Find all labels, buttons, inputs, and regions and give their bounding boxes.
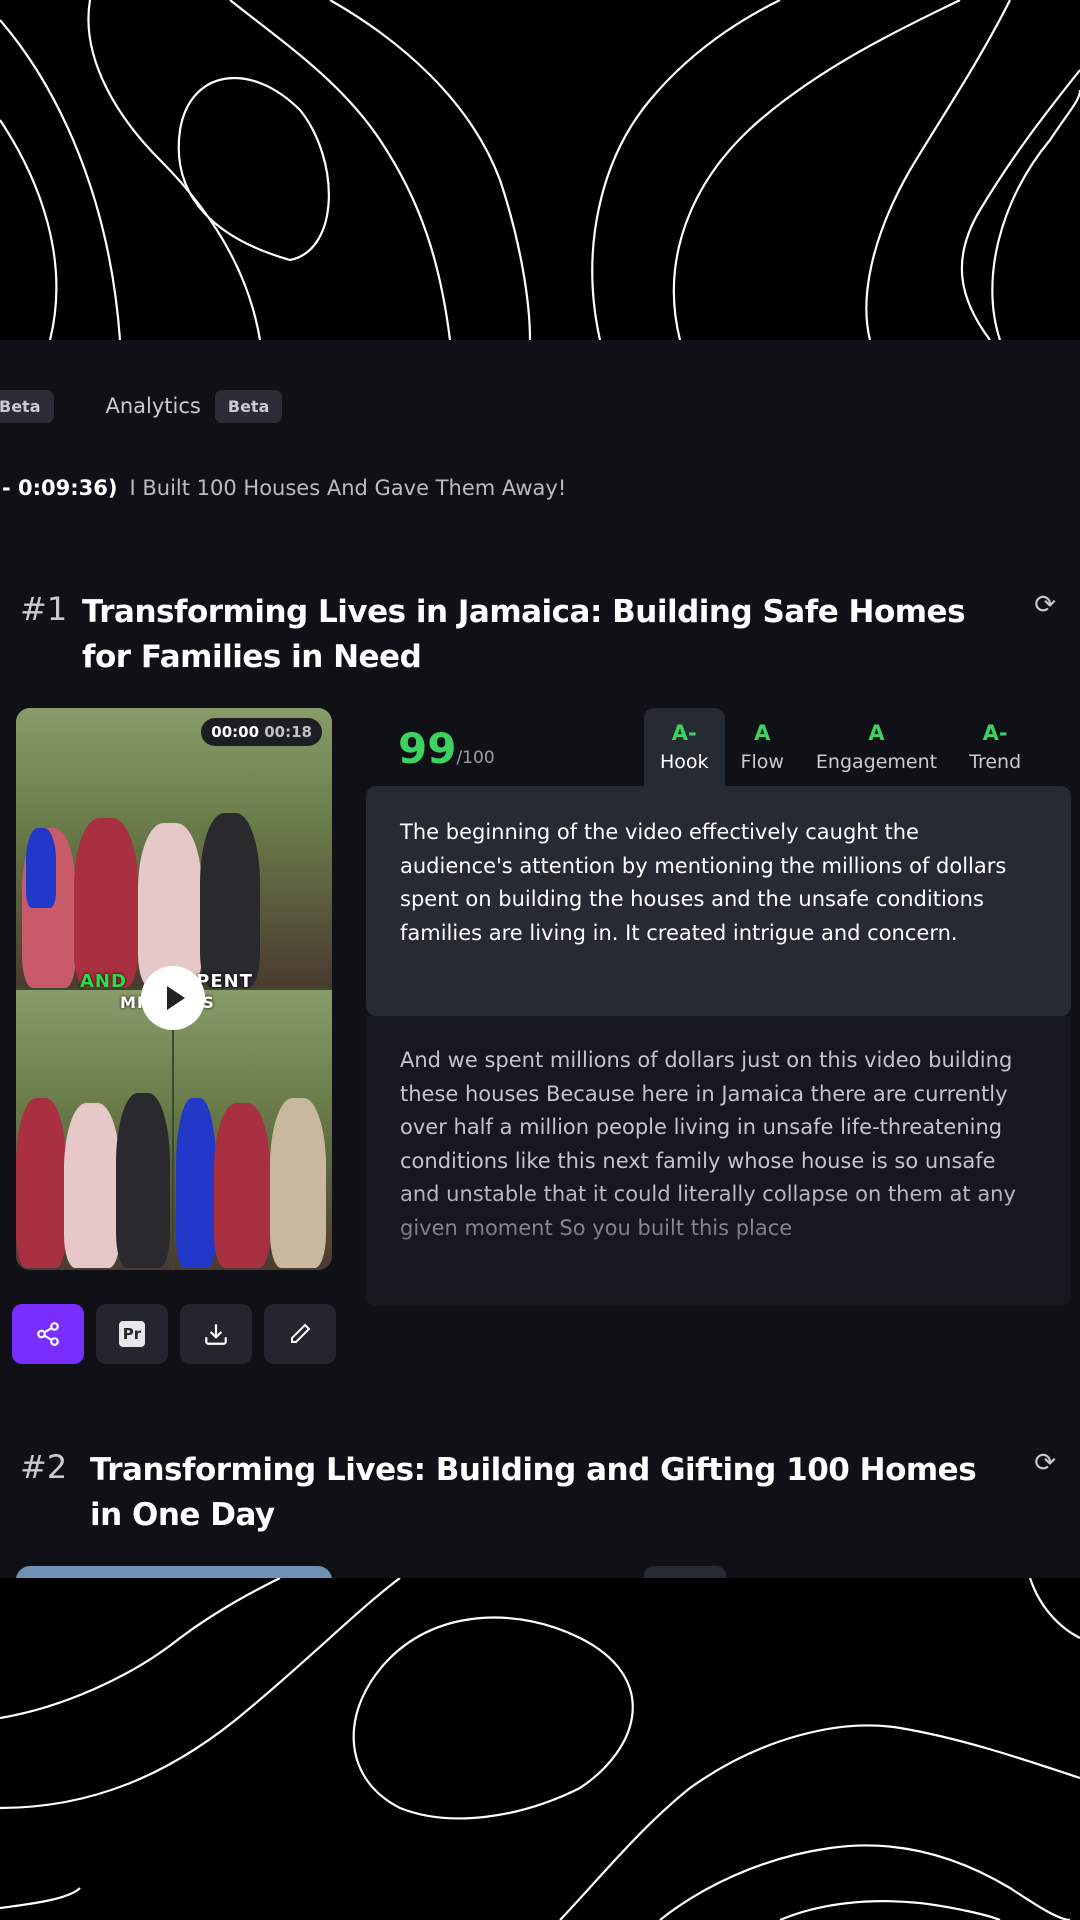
tab-grade: A bbox=[868, 721, 885, 745]
share-button[interactable] bbox=[12, 1304, 84, 1364]
tab-grade: A- bbox=[671, 721, 697, 745]
tab-flow[interactable]: A Flow bbox=[725, 708, 800, 786]
tab-label: Flow bbox=[740, 751, 784, 773]
clip-1-header: #1 Transforming Lives in Jamaica: Buildi… bbox=[20, 590, 1060, 680]
clips-panel: Beta Analytics Beta - 0:09:36) I Built 10… bbox=[0, 340, 1080, 1578]
person-shape bbox=[64, 1103, 120, 1268]
clip-1-video-player[interactable]: 00:00 00:18 AND SPENT MILLIONS bbox=[16, 708, 332, 1270]
tab-label: Engagement bbox=[815, 751, 938, 773]
clip-rank: #2 bbox=[20, 1448, 68, 1486]
tab-label: Trend bbox=[969, 751, 1022, 773]
person-shape bbox=[176, 1098, 216, 1268]
video-timestamp: 00:00 00:18 bbox=[201, 718, 322, 746]
score-max: /100 bbox=[456, 748, 495, 768]
transcript-text: And we spent millions of dollars just on… bbox=[400, 1048, 1016, 1240]
edit-button[interactable] bbox=[264, 1304, 336, 1364]
source-video-title: I Built 100 Houses And Gave Them Away! bbox=[129, 476, 567, 500]
topographic-background-top bbox=[0, 0, 1080, 340]
virality-score: 99/100 bbox=[398, 724, 495, 773]
hook-analysis-box: The beginning of the video effectively c… bbox=[366, 786, 1071, 1016]
tab-hook[interactable]: A- Hook bbox=[644, 708, 725, 786]
person-shape bbox=[16, 1098, 66, 1268]
source-video-line: - 0:09:36) I Built 100 Houses And Gave Th… bbox=[2, 476, 566, 500]
tab-label: Hook bbox=[660, 751, 709, 773]
source-timestamp: - 0:09:36) bbox=[2, 476, 118, 500]
person-shape bbox=[200, 813, 260, 988]
premiere-icon: Pr bbox=[119, 1321, 145, 1347]
time-total: 00:18 bbox=[264, 723, 312, 741]
clip-2-header: #2 Transforming Lives: Building and Gift… bbox=[20, 1448, 1060, 1538]
tab-engagement[interactable]: A Engagement bbox=[800, 708, 953, 786]
person-shape bbox=[26, 828, 56, 908]
clip-actions: Pr bbox=[12, 1304, 336, 1364]
person-shape bbox=[214, 1103, 270, 1268]
download-icon bbox=[205, 1324, 227, 1345]
analytics-beta-badge: Beta bbox=[214, 389, 283, 423]
play-button[interactable] bbox=[141, 966, 205, 1030]
clip-2-video-player[interactable] bbox=[16, 1566, 332, 1578]
tab-trend[interactable]: A- Trend bbox=[953, 708, 1037, 786]
transcript-box[interactable]: And we spent millions of dollars just on… bbox=[366, 1016, 1071, 1306]
beta-badge: Beta bbox=[0, 389, 54, 423]
refresh-icon[interactable]: ⟳ bbox=[1034, 1448, 1056, 1478]
person-shape bbox=[270, 1098, 326, 1268]
person-shape bbox=[138, 823, 202, 988]
refresh-icon[interactable]: ⟳ bbox=[1034, 590, 1056, 620]
nav-analytics[interactable]: Analytics bbox=[106, 394, 201, 418]
premiere-export-button[interactable]: Pr bbox=[96, 1304, 168, 1364]
time-current: 00:00 bbox=[211, 723, 260, 741]
score-value: 99 bbox=[398, 724, 457, 773]
analysis-text: The beginning of the video effectively c… bbox=[400, 820, 1007, 945]
tab-grade: A- bbox=[982, 721, 1008, 745]
person-shape bbox=[116, 1093, 170, 1268]
topographic-background-bottom bbox=[0, 1578, 1080, 1920]
clip-2-tab[interactable] bbox=[644, 1566, 726, 1578]
person-shape bbox=[74, 818, 138, 988]
pencil-icon bbox=[291, 1323, 311, 1343]
caption-highlight: AND bbox=[80, 971, 127, 992]
clip-title: Transforming Lives in Jamaica: Building … bbox=[82, 594, 966, 675]
top-nav: Beta Analytics Beta bbox=[0, 388, 283, 424]
download-button[interactable] bbox=[180, 1304, 252, 1364]
clip-title: Transforming Lives: Building and Gifting… bbox=[90, 1452, 977, 1533]
grade-tabs: A- Hook A Flow A Engagement A- Trend bbox=[644, 708, 1037, 786]
share-icon bbox=[37, 1322, 59, 1346]
clip-rank: #1 bbox=[20, 590, 68, 628]
tab-grade: A bbox=[754, 721, 771, 745]
